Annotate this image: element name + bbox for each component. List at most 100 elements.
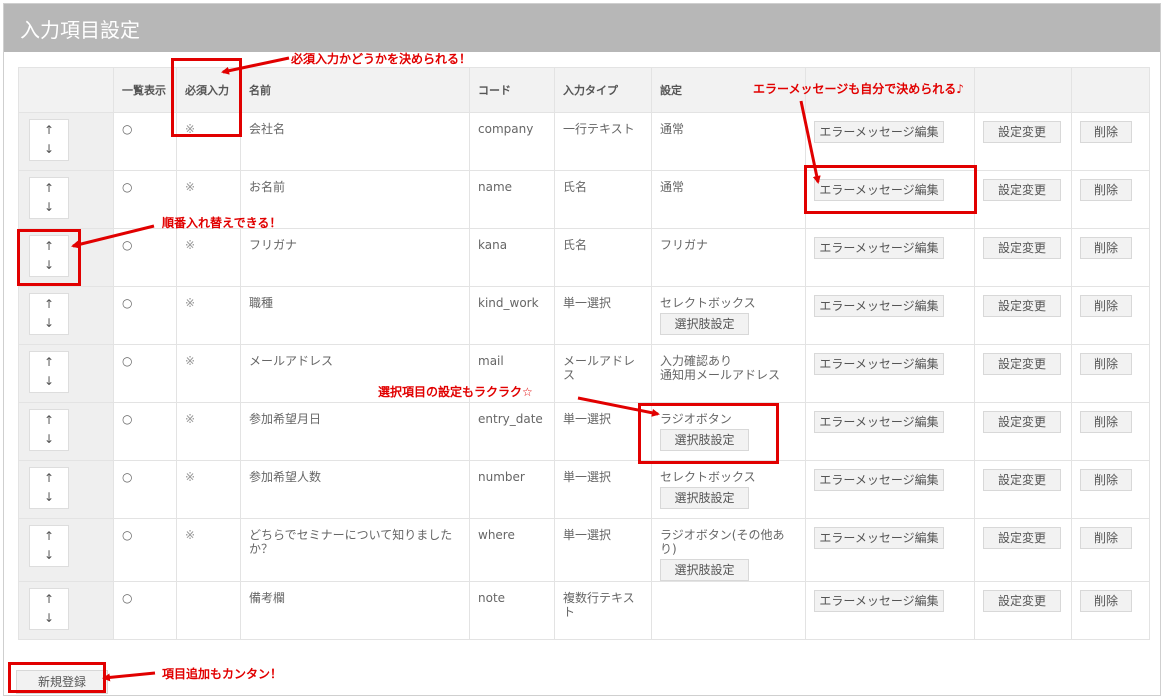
- name-cell: 参加希望月日: [240, 402, 470, 461]
- delete-button[interactable]: 削除: [1080, 121, 1132, 143]
- up-arrow-icon[interactable]: ↑: [44, 121, 54, 140]
- up-arrow-icon[interactable]: ↑: [44, 237, 54, 256]
- up-arrow-icon[interactable]: ↑: [44, 295, 54, 314]
- setting-change-button[interactable]: 設定変更: [983, 353, 1061, 375]
- down-arrow-icon[interactable]: ↓: [44, 488, 54, 507]
- error-cell: エラーメッセージ編集: [805, 518, 975, 582]
- error-message-edit-button[interactable]: エラーメッセージ編集: [814, 353, 944, 375]
- error-cell: エラーメッセージ編集: [805, 402, 975, 461]
- error-cell: エラーメッセージ編集: [805, 170, 975, 229]
- setting-change-button[interactable]: 設定変更: [983, 590, 1061, 612]
- down-arrow-icon[interactable]: ↓: [44, 372, 54, 391]
- options-button[interactable]: 選択肢設定: [660, 429, 749, 451]
- delete-button[interactable]: 削除: [1080, 590, 1132, 612]
- name-cell: 職種: [240, 286, 470, 345]
- reorder-handle[interactable]: ↑ ↓: [29, 235, 69, 277]
- change-cell: 設定変更: [974, 460, 1072, 519]
- delete-cell: 削除: [1071, 460, 1150, 519]
- delete-button[interactable]: 削除: [1080, 353, 1132, 375]
- reorder-handle[interactable]: ↑ ↓: [29, 119, 69, 161]
- delete-button[interactable]: 削除: [1080, 237, 1132, 259]
- setting-text: 通常: [660, 122, 685, 136]
- type-cell: 単一選択: [554, 402, 652, 461]
- delete-button[interactable]: 削除: [1080, 527, 1132, 549]
- new-register-button[interactable]: 新規登録: [16, 670, 108, 694]
- move-cell: ↑ ↓: [18, 228, 114, 287]
- up-arrow-icon[interactable]: ↑: [44, 527, 54, 546]
- required-cell: [176, 581, 241, 640]
- delete-button[interactable]: 削除: [1080, 469, 1132, 491]
- up-arrow-icon[interactable]: ↑: [44, 590, 54, 609]
- up-arrow-icon[interactable]: ↑: [44, 353, 54, 372]
- table-header-row: 一覧表示 必須入力 名前 コード 入力タイプ 設定: [18, 67, 1150, 113]
- code-cell: where: [469, 518, 555, 582]
- up-arrow-icon[interactable]: ↑: [44, 469, 54, 488]
- table-row: ↑ ↓ ○ ※ メールアドレス mail メールアドレス 入力確認あり 通知用メールアドレス エラ…: [18, 344, 1150, 403]
- options-button[interactable]: 選択肢設定: [660, 487, 749, 509]
- error-message-edit-button[interactable]: エラーメッセージ編集: [814, 527, 944, 549]
- table-row: ↑ ↓ ○ ※ 会社名 company 一行テキスト 通常 エラーメッセージ編集 設定変更 削除: [18, 112, 1150, 171]
- reorder-handle[interactable]: ↑ ↓: [29, 293, 69, 335]
- name-cell: 備考欄: [240, 581, 470, 640]
- setting-change-button[interactable]: 設定変更: [983, 179, 1061, 201]
- error-message-edit-button[interactable]: エラーメッセージ編集: [814, 590, 944, 612]
- delete-button[interactable]: 削除: [1080, 295, 1132, 317]
- header-type: 入力タイプ: [554, 67, 652, 113]
- reorder-handle[interactable]: ↑ ↓: [29, 467, 69, 509]
- setting-change-button[interactable]: 設定変更: [983, 527, 1061, 549]
- setting-text: セレクトボックス: [660, 470, 756, 484]
- up-arrow-icon[interactable]: ↑: [44, 179, 54, 198]
- setting-cell: ラジオボタン 選択肢設定: [651, 402, 806, 461]
- setting-text: ラジオボタン(その他あり): [660, 528, 785, 556]
- down-arrow-icon[interactable]: ↓: [44, 314, 54, 333]
- setting-change-button[interactable]: 設定変更: [983, 469, 1061, 491]
- list-display-cell: ○: [113, 460, 177, 519]
- error-message-edit-button[interactable]: エラーメッセージ編集: [814, 411, 944, 433]
- options-button[interactable]: 選択肢設定: [660, 313, 749, 335]
- annotation-add: 項目追加もカンタン！: [162, 667, 283, 681]
- reorder-handle[interactable]: ↑ ↓: [29, 409, 69, 451]
- setting-cell: 通常: [651, 170, 806, 229]
- error-cell: エラーメッセージ編集: [805, 286, 975, 345]
- delete-button[interactable]: 削除: [1080, 411, 1132, 433]
- move-cell: ↑ ↓: [18, 460, 114, 519]
- annotation-error: エラーメッセージも自分で決められる♪: [753, 82, 964, 96]
- setting-cell: ラジオボタン(その他あり) 選択肢設定: [651, 518, 806, 582]
- error-message-edit-button[interactable]: エラーメッセージ編集: [814, 179, 944, 201]
- down-arrow-icon[interactable]: ↓: [44, 198, 54, 217]
- down-arrow-icon[interactable]: ↓: [44, 430, 54, 449]
- change-cell: 設定変更: [974, 402, 1072, 461]
- list-display-cell: ○: [113, 228, 177, 287]
- setting-change-button[interactable]: 設定変更: [983, 237, 1061, 259]
- setting-cell: セレクトボックス選択肢設定: [651, 460, 806, 519]
- up-arrow-icon[interactable]: ↑: [44, 411, 54, 430]
- down-arrow-icon[interactable]: ↓: [44, 546, 54, 565]
- setting-change-button[interactable]: 設定変更: [983, 295, 1061, 317]
- header-move: [18, 67, 114, 113]
- delete-button[interactable]: 削除: [1080, 179, 1132, 201]
- reorder-handle[interactable]: ↑ ↓: [29, 588, 69, 630]
- move-cell: ↑ ↓: [18, 402, 114, 461]
- setting-change-button[interactable]: 設定変更: [983, 121, 1061, 143]
- error-message-edit-button[interactable]: エラーメッセージ編集: [814, 237, 944, 259]
- error-message-edit-button[interactable]: エラーメッセージ編集: [814, 121, 944, 143]
- required-cell: ※: [176, 112, 241, 171]
- change-cell: 設定変更: [974, 286, 1072, 345]
- code-cell: name: [469, 170, 555, 229]
- error-message-edit-button[interactable]: エラーメッセージ編集: [814, 295, 944, 317]
- setting-change-button[interactable]: 設定変更: [983, 411, 1061, 433]
- change-cell: 設定変更: [974, 112, 1072, 171]
- type-cell: 一行テキスト: [554, 112, 652, 171]
- reorder-handle[interactable]: ↑ ↓: [29, 351, 69, 393]
- down-arrow-icon[interactable]: ↓: [44, 140, 54, 159]
- error-message-edit-button[interactable]: エラーメッセージ編集: [814, 469, 944, 491]
- down-arrow-icon[interactable]: ↓: [44, 609, 54, 628]
- reorder-handle[interactable]: ↑ ↓: [29, 177, 69, 219]
- down-arrow-icon[interactable]: ↓: [44, 256, 54, 275]
- options-button[interactable]: 選択肢設定: [660, 559, 749, 581]
- reorder-handle[interactable]: ↑ ↓: [29, 525, 69, 567]
- setting-text: セレクトボックス: [660, 296, 756, 310]
- name-cell: 会社名: [240, 112, 470, 171]
- name-cell: どちらでセミナーについて知りましたか？: [240, 518, 470, 582]
- required-cell: ※: [176, 228, 241, 287]
